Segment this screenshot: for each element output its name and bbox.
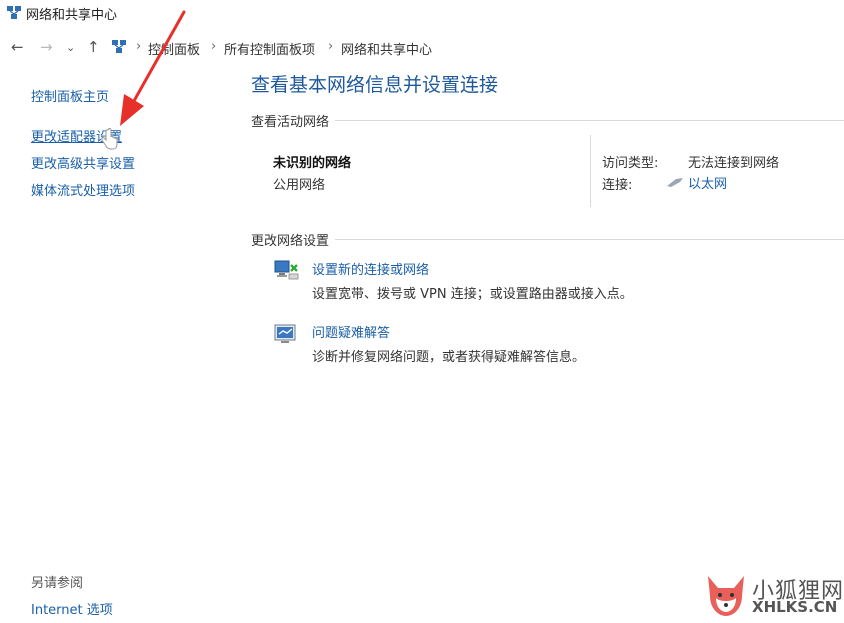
access-type-value: 无法连接到网络 (688, 156, 780, 171)
ethernet-connection-link[interactable]: 以太网 (688, 173, 727, 192)
network-setup-icon (274, 260, 299, 280)
breadcrumb-separator: › (328, 39, 334, 54)
sidebar-media-streaming-link[interactable]: 媒体流式处理选项 (31, 180, 135, 199)
setup-connection-link[interactable]: 设置新的连接或网络 (312, 259, 429, 278)
breadcrumb-all-items[interactable]: 所有控制面板项 (224, 39, 315, 58)
breadcrumb-separator: › (211, 39, 217, 54)
network-category: 公用网络 (273, 178, 326, 193)
connection-label: 连接: (602, 178, 633, 193)
network-name: 未识别的网络 (273, 156, 352, 171)
see-also-heading: 另请参阅 (31, 576, 84, 591)
watermark-brand-en: XHLKS.CN (752, 598, 838, 616)
internet-options-link[interactable]: Internet 选项 (31, 599, 113, 618)
up-button[interactable]: ↑ (87, 37, 100, 57)
network-center-icon (7, 6, 21, 19)
change-settings-heading: 更改网络设置 (251, 230, 336, 249)
section-divider (251, 120, 844, 121)
hand-cursor-icon (101, 128, 118, 150)
fox-logo-icon (708, 576, 744, 616)
troubleshoot-link[interactable]: 问题疑难解答 (312, 322, 390, 341)
troubleshoot-description: 诊断并修复网络问题，或者获得疑难解答信息。 (312, 350, 586, 365)
access-type-label: 访问类型: (602, 156, 659, 171)
recent-locations-button[interactable]: ⌄ (66, 38, 75, 58)
network-info-divider (590, 135, 591, 207)
window-title: 网络和共享中心 (26, 8, 118, 23)
annotation-arrow-icon (120, 10, 186, 126)
breadcrumb-network-center[interactable]: 网络和共享中心 (341, 39, 432, 58)
setup-connection-description: 设置宽带、拨号或 VPN 连接；或设置路由器或接入点。 (312, 287, 633, 302)
forward-button[interactable]: → (40, 37, 53, 57)
active-networks-heading: 查看活动网络 (251, 111, 336, 130)
troubleshoot-icon (274, 324, 296, 343)
page-title: 查看基本网络信息并设置连接 (251, 74, 499, 96)
sidebar-home-link[interactable]: 控制面板主页 (31, 86, 109, 105)
section-divider (251, 239, 844, 240)
ethernet-icon (667, 178, 683, 187)
back-button[interactable]: ← (11, 37, 24, 57)
sidebar-advanced-sharing-link[interactable]: 更改高级共享设置 (31, 153, 135, 172)
